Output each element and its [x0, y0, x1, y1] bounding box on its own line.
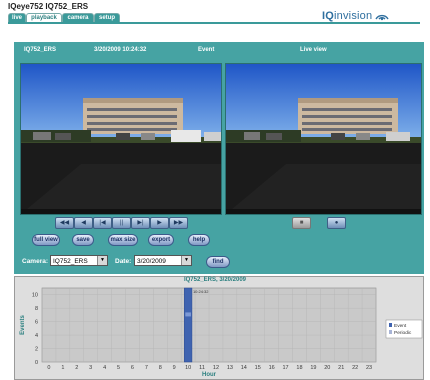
x-tick-label: 22	[352, 365, 358, 371]
step-back-button[interactable]: ◀	[74, 217, 93, 229]
play-button[interactable]: ▶	[150, 217, 169, 229]
x-tick-label: 18	[296, 365, 302, 371]
x-tick-label: 13	[227, 365, 233, 371]
x-tick-label: 12	[213, 365, 219, 371]
legend-label: Event	[394, 323, 407, 329]
x-tick-label: 1	[61, 365, 64, 371]
save-button[interactable]: save	[72, 234, 94, 246]
tab-camera[interactable]: camera	[62, 13, 94, 22]
x-tick-label: 19	[310, 365, 316, 371]
x-tick-label: 3	[89, 365, 92, 371]
left-mode: Event	[198, 47, 215, 53]
full-view-button[interactable]: full view	[32, 234, 60, 246]
signal-icon	[375, 14, 389, 21]
logo-iq: IQ	[322, 10, 335, 22]
tab-playback[interactable]: playback	[26, 13, 62, 22]
legend-label: Periodic	[394, 330, 412, 336]
date-select-value: 3/20/2009	[137, 258, 166, 265]
video-status-bar	[21, 209, 221, 214]
x-axis-label: Hour	[202, 372, 217, 378]
y-tick-label: 0	[35, 360, 38, 366]
tab-camera-label: camera	[67, 15, 89, 21]
tab-setup-label: setup	[98, 15, 115, 21]
live-status-bar	[226, 209, 421, 214]
x-tick-label: 5	[117, 365, 120, 371]
x-tick-label: 9	[173, 365, 176, 371]
y-tick-label: 10	[32, 293, 38, 299]
chevron-down-icon: ▼	[181, 256, 191, 265]
x-tick-label: 0	[47, 365, 50, 371]
x-tick-label: 10	[185, 365, 191, 371]
max-size-button[interactable]: max size	[108, 234, 138, 246]
fast-rewind-button[interactable]: ◀◀	[55, 217, 74, 229]
legend-swatch	[389, 323, 392, 327]
events-chart[interactable]: 02468100 1 2 3 4 5 6 7 8 9 10 11 12 13 14 15 16 17 18 19 20 2…	[14, 276, 424, 380]
app-title: IQeye752 IQ752_ERS	[8, 2, 88, 11]
tab-live[interactable]: live	[8, 13, 26, 22]
playback-video[interactable]	[20, 63, 222, 215]
export-button[interactable]: export	[148, 234, 174, 246]
left-camera-caption: IQ752_ERS	[24, 47, 57, 53]
go-start-button[interactable]: |◀	[93, 217, 112, 229]
bar-marker-label: 10:24:32	[193, 289, 209, 294]
legend-swatch	[389, 330, 392, 334]
date-select[interactable]: 3/20/2009 ▼	[134, 255, 192, 266]
find-button[interactable]: find	[206, 256, 230, 268]
x-tick-label: 4	[103, 365, 106, 371]
tab-setup[interactable]: setup	[94, 13, 120, 22]
left-timestamp: 3/20/2009 10:24:32	[94, 47, 147, 53]
camera-select-value: IQ752_ERS	[53, 258, 88, 265]
y-tick-label: 4	[35, 333, 38, 339]
camera-select[interactable]: IQ752_ERS ▼	[50, 255, 108, 266]
device-name: IQ752_ERS	[45, 2, 89, 11]
x-tick-label: 8	[159, 365, 162, 371]
logo-rest: invision	[334, 10, 373, 22]
x-tick-label: 14	[241, 365, 247, 371]
live-video[interactable]	[225, 63, 422, 215]
y-axis-label: Events	[20, 315, 26, 335]
stop-live-button[interactable]: ■	[292, 217, 311, 229]
tab-playback-label: playback	[31, 15, 57, 21]
chart-bar-marker	[185, 312, 191, 317]
x-tick-label: 7	[145, 365, 148, 371]
y-tick-label: 6	[35, 320, 38, 326]
go-end-button[interactable]: ▶|	[131, 217, 150, 229]
record-live-button[interactable]: ●	[327, 217, 346, 229]
chevron-down-icon: ▼	[97, 256, 107, 265]
x-tick-label: 15	[255, 365, 261, 371]
y-tick-label: 8	[35, 306, 38, 312]
tab-underline	[8, 22, 420, 24]
x-tick-label: 20	[324, 365, 330, 371]
help-button[interactable]: help	[188, 234, 210, 246]
y-tick-label: 2	[35, 347, 38, 353]
product-name: IQeye752	[8, 2, 44, 11]
brand-logo: IQinvision	[322, 10, 372, 22]
right-caption: Live view	[300, 47, 327, 53]
x-tick-label: 11	[199, 365, 205, 371]
tab-live-label: live	[11, 15, 22, 21]
fast-forward-button[interactable]: ▶▶	[169, 217, 188, 229]
chart-bar	[184, 287, 193, 363]
date-label: Date:	[115, 258, 132, 265]
x-tick-label: 6	[131, 365, 134, 371]
x-tick-label: 16	[269, 365, 275, 371]
pause-button[interactable]: ||	[112, 217, 131, 229]
camera-label: Camera:	[22, 258, 49, 265]
x-tick-label: 23	[366, 365, 372, 371]
x-tick-label: 21	[338, 365, 344, 371]
x-tick-label: 17	[282, 365, 288, 371]
x-tick-label: 2	[75, 365, 78, 371]
